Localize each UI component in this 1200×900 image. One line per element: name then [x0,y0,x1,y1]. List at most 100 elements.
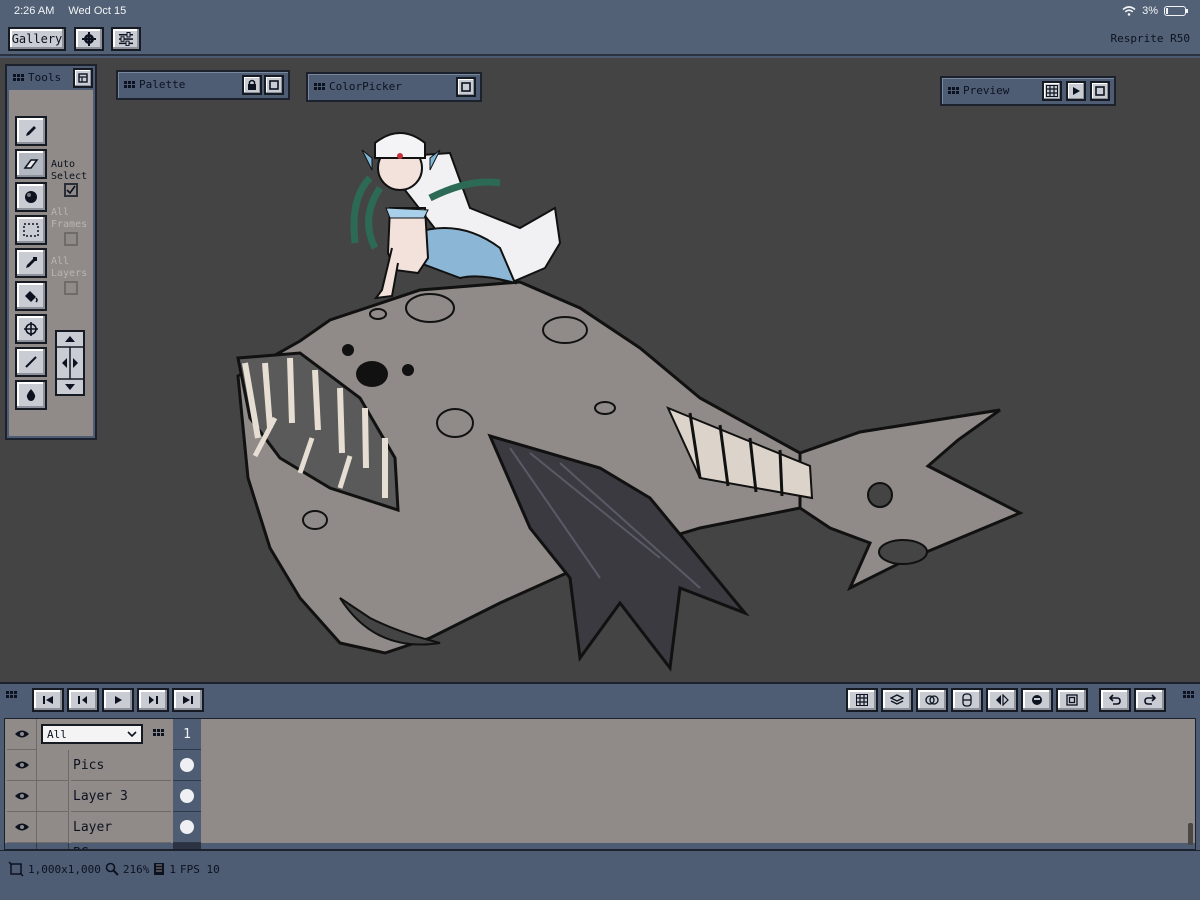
layer-lock-toggle[interactable] [37,812,69,843]
move-tool-button[interactable] [15,314,47,344]
frame-number[interactable]: 1 [173,719,201,750]
status-right: 3% [1122,5,1188,17]
layer-lock-toggle[interactable] [37,750,69,781]
onion-skin-button[interactable] [916,688,948,712]
settings-button[interactable] [74,27,104,51]
auto-select-checkbox[interactable] [64,183,78,197]
layer-lock-toggle[interactable] [37,781,69,812]
preview-panel[interactable]: Preview [940,76,1116,106]
layer-row[interactable]: Layer [5,812,1195,843]
layer-name[interactable]: BG [71,843,171,849]
grip-icon[interactable] [153,729,164,736]
gallery-button[interactable]: Gallery [8,27,66,51]
preview-grid-button[interactable] [1042,81,1062,101]
grip-icon[interactable] [13,74,24,81]
first-frame-button[interactable] [32,688,64,712]
colorpicker-window-button[interactable] [456,77,476,97]
preview-title[interactable]: Preview [948,84,1009,97]
mirror-icon [996,694,1009,706]
redo-button[interactable] [1134,688,1166,712]
layer-name[interactable]: Layer [71,812,171,843]
loop-button[interactable] [951,688,983,712]
palette-panel[interactable]: Palette [116,70,290,100]
frame-icon [1066,694,1078,706]
tools-menu-button[interactable] [73,68,93,88]
window-icon [269,80,279,90]
preview-window-button[interactable] [1090,81,1110,101]
play-icon [115,696,122,704]
grip-icon[interactable] [948,87,959,94]
canvas-info: 1,000x1,000 216% 1 FPS 10 [8,861,220,877]
tools-body: Auto Select All Frames All Layers [9,90,93,436]
grip-icon[interactable] [6,691,17,698]
loop-icon [962,693,972,707]
visibility-toggle[interactable] [7,750,37,781]
undo-button[interactable] [1099,688,1131,712]
layer-name[interactable]: Pics [71,750,171,781]
all-layers-checkbox[interactable] [64,281,78,295]
grip-icon[interactable] [1183,691,1194,698]
eraser-icon [23,159,39,169]
frame-cell[interactable] [173,750,201,781]
layer-name[interactable]: Layer 3 [71,781,171,812]
line-tool-button[interactable] [15,347,47,377]
drawing-canvas[interactable]: Palette ColorPicker Preview [0,58,1200,682]
layer-scrollbar[interactable] [1188,823,1193,845]
fps-value: FPS 10 [179,862,220,876]
bottom-status-bar: 1,000x1,000 216% 1 FPS 10 [0,850,1200,900]
frame-button[interactable] [1056,688,1088,712]
tools-panel[interactable]: Tools Auto Select All Frames All Layers [5,64,97,440]
eye-icon [14,792,29,800]
eye-icon [14,761,29,769]
arrows-icon [57,336,83,390]
play-button[interactable] [102,688,134,712]
adjustments-button[interactable] [111,27,141,51]
visibility-toggle[interactable] [7,843,37,849]
prev-frame-button[interactable] [67,688,99,712]
nudge-pad[interactable] [55,330,85,396]
eyedropper-tool-button[interactable] [15,248,47,278]
grip-icon[interactable] [124,81,135,88]
tools-title[interactable]: Tools [13,71,61,84]
layer-filter-select[interactable]: All [41,724,143,744]
frame-cell[interactable] [173,843,201,849]
pencil-tool-button[interactable] [15,116,47,146]
bucket-icon [25,291,38,303]
shade-tool-button[interactable] [15,182,47,212]
blur-tool-button[interactable] [15,380,47,410]
frame-cell[interactable] [173,812,201,843]
eraser-tool-button[interactable] [15,149,47,179]
reference-button[interactable] [1021,688,1053,712]
layer-row-selected[interactable]: BG [5,843,1195,849]
visibility-toggle[interactable] [7,812,37,843]
lock-icon [248,79,256,90]
layer-row[interactable]: Layer 3 [5,781,1195,812]
palette-title[interactable]: Palette [124,78,185,91]
visibility-toggle[interactable] [7,781,37,812]
timeline-panel[interactable]: All 1 Pics Layer 3 Layer B [0,682,1200,850]
next-frame-button[interactable] [137,688,169,712]
grid-icon [856,694,868,706]
layers-button[interactable] [881,688,913,712]
layer-lock-toggle[interactable] [37,843,69,849]
all-frames-checkbox[interactable] [64,232,78,246]
grip-icon[interactable] [314,83,325,90]
mirror-button[interactable] [986,688,1018,712]
canvas-size: 1,000x1,000 [28,862,101,876]
panel-icon [78,73,88,83]
layer-row[interactable]: Pics [5,750,1195,781]
colorpicker-title[interactable]: ColorPicker [314,80,402,93]
droplet-icon [26,389,36,401]
line-icon [25,356,37,368]
fill-tool-button[interactable] [15,281,47,311]
preview-play-button[interactable] [1066,81,1086,101]
last-frame-button[interactable] [172,688,204,712]
palette-window-button[interactable] [264,75,284,95]
colorpicker-panel[interactable]: ColorPicker [306,72,482,102]
frame-cell[interactable] [173,781,201,812]
palette-lock-button[interactable] [242,75,262,95]
all-layers-label: All Layers [51,256,88,279]
select-tool-button[interactable] [15,215,47,245]
visibility-toggle[interactable] [7,719,37,750]
grid-view-button[interactable] [846,688,878,712]
